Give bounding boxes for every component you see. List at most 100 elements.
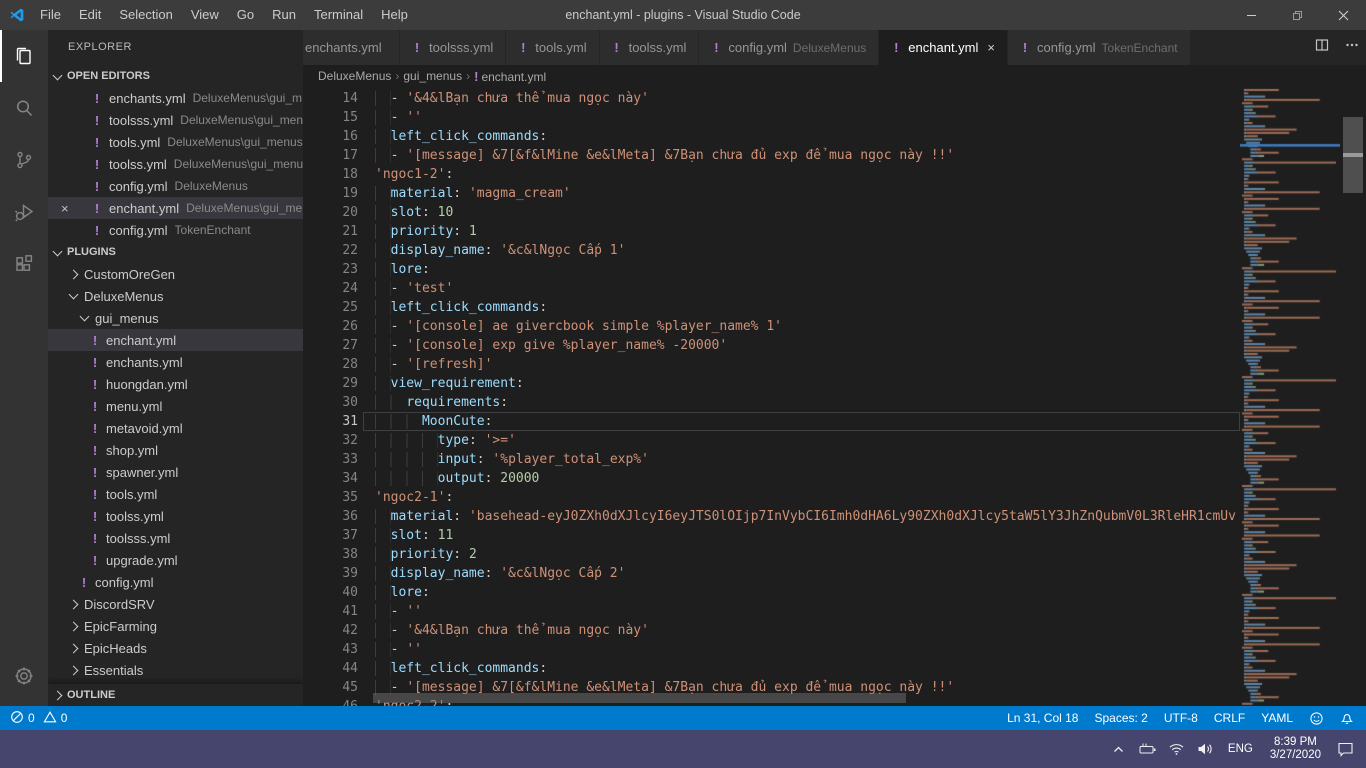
breadcrumb-item-gui_menus[interactable]: gui_menus: [403, 69, 462, 83]
tree-item-upgrade.yml[interactable]: !upgrade.yml: [48, 549, 303, 571]
minimize-button[interactable]: [1228, 0, 1274, 30]
tab-label: enchants.yml: [305, 40, 382, 55]
tree-item-customoregen[interactable]: CustomOreGen: [48, 263, 303, 285]
tab-config.yml[interactable]: !config.ymlTokenEnchant: [1008, 30, 1191, 65]
yaml-file-icon: !: [90, 91, 104, 106]
eol-status[interactable]: CRLF: [1214, 711, 1245, 725]
chevron-right-icon: ›: [395, 69, 399, 83]
volume-icon[interactable]: [1195, 736, 1217, 762]
tab-toolsss.yml[interactable]: !toolsss.yml: [400, 30, 506, 65]
breadcrumb-item-deluxemenus[interactable]: DeluxeMenus: [318, 69, 391, 83]
close-icon[interactable]: ×: [987, 40, 995, 55]
menu-view[interactable]: View: [182, 0, 228, 30]
activity-gear-icon[interactable]: [0, 650, 48, 702]
tree-item-gui_menus[interactable]: gui_menus: [48, 307, 303, 329]
plugins-header[interactable]: PLUGINS: [48, 241, 303, 263]
encoding-status[interactable]: UTF-8: [1164, 711, 1198, 725]
line-content: left_click_commands:: [375, 127, 1240, 146]
tree-item-epicheads[interactable]: EpicHeads: [48, 637, 303, 659]
menu-terminal[interactable]: Terminal: [305, 0, 372, 30]
tree-item-discordsrv[interactable]: DiscordSRV: [48, 593, 303, 615]
tree-item-label: tools.yml: [106, 487, 157, 502]
action-center-icon[interactable]: [1334, 736, 1356, 762]
problems-status[interactable]: 0 0: [10, 710, 67, 727]
split-editor-icon[interactable]: [1314, 37, 1330, 58]
tree-item-deluxemenus[interactable]: DeluxeMenus: [48, 285, 303, 307]
taskbar-clock[interactable]: 8:39 PM 3/27/2020: [1264, 736, 1327, 762]
tree-item-metavoid.yml[interactable]: !metavoid.yml: [48, 417, 303, 439]
line-number: 28: [303, 355, 375, 374]
tree-item-label: toolsss.yml: [106, 531, 170, 546]
activity-files-icon[interactable]: [0, 30, 48, 82]
open-editor-item[interactable]: !config.ymlDeluxeMenus: [48, 175, 303, 197]
yaml-file-icon: !: [410, 40, 424, 55]
restore-button[interactable]: [1274, 0, 1320, 30]
close-button[interactable]: [1320, 0, 1366, 30]
tree-item-enchant.yml[interactable]: !enchant.yml: [48, 329, 303, 351]
tree-item-shop.yml[interactable]: !shop.yml: [48, 439, 303, 461]
menu-go[interactable]: Go: [228, 0, 263, 30]
tree-item-essentials[interactable]: Essentials: [48, 659, 303, 681]
tab-enchants.yml[interactable]: enchants.yml: [303, 30, 400, 65]
tree-item-config.yml[interactable]: !config.yml: [48, 571, 303, 593]
breadcrumb-item-enchant.yml[interactable]: !enchant.yml: [474, 69, 546, 84]
tree-item-spawner.yml[interactable]: !spawner.yml: [48, 461, 303, 483]
line-number: 23: [303, 260, 375, 279]
minimap[interactable]: [1240, 87, 1340, 706]
line-content: display_name: '&c&lNgọc Cấp 2': [375, 564, 1240, 583]
tab-toolss.yml[interactable]: !toolss.yml: [600, 30, 700, 65]
code-line: 41 - '': [303, 602, 1240, 621]
vscode-logo-icon[interactable]: [9, 7, 25, 23]
activity-extensions-icon[interactable]: [0, 238, 48, 290]
menu-selection[interactable]: Selection: [110, 0, 181, 30]
tree-item-epicfarming[interactable]: EpicFarming: [48, 615, 303, 637]
editor-surface[interactable]: 14 - '&4&lBạn chưa thể mua ngọc này'15 -…: [303, 87, 1366, 706]
tab-config.yml[interactable]: !config.ymlDeluxeMenus: [699, 30, 879, 65]
menu-help[interactable]: Help: [372, 0, 417, 30]
open-editors-header[interactable]: OPEN EDITORS: [48, 65, 303, 87]
close-icon[interactable]: ×: [61, 197, 69, 219]
tree-item-toolss.yml[interactable]: !toolss.yml: [48, 505, 303, 527]
menu-run[interactable]: Run: [263, 0, 305, 30]
open-editor-item[interactable]: !tools.ymlDeluxeMenus\gui_menus: [48, 131, 303, 153]
indentation-status[interactable]: Spaces: 2: [1094, 711, 1147, 725]
cursor-position-status[interactable]: Ln 31, Col 18: [1007, 711, 1078, 725]
line-number: 43: [303, 640, 375, 659]
line-content: 'ngoc2-1':: [375, 488, 1240, 507]
tree-item-label: menu.yml: [106, 399, 162, 414]
yaml-file-icon: !: [87, 399, 103, 414]
tree-item-toolsss.yml[interactable]: !toolsss.yml: [48, 527, 303, 549]
language-mode-status[interactable]: YAML: [1261, 711, 1293, 725]
tree-item-enchants.yml[interactable]: !enchants.yml: [48, 351, 303, 373]
vertical-scrollbar[interactable]: [1340, 87, 1366, 706]
open-editor-item[interactable]: !enchants.ymlDeluxeMenus\gui_m...: [48, 87, 303, 109]
open-editor-item[interactable]: !toolss.ymlDeluxeMenus\gui_menus: [48, 153, 303, 175]
tab-tools.yml[interactable]: !tools.yml: [506, 30, 599, 65]
input-language-indicator[interactable]: ENG: [1224, 743, 1257, 755]
menu-edit[interactable]: Edit: [70, 0, 110, 30]
more-actions-icon[interactable]: [1344, 37, 1360, 58]
line-content: type: '>=': [375, 431, 1240, 450]
activity-source-control-icon[interactable]: [0, 134, 48, 186]
line-content: - '': [375, 108, 1240, 127]
tree-item-tools.yml[interactable]: !tools.yml: [48, 483, 303, 505]
open-editor-item[interactable]: ×!enchant.ymlDeluxeMenus\gui_me...: [48, 197, 303, 219]
tree-item-huongdan.yml[interactable]: !huongdan.yml: [48, 373, 303, 395]
code-line: 32 type: '>=': [303, 431, 1240, 450]
tree-item-menu.yml[interactable]: !menu.yml: [48, 395, 303, 417]
menu-file[interactable]: File: [31, 0, 70, 30]
outline-header[interactable]: OUTLINE: [48, 684, 303, 706]
notifications-bell-icon[interactable]: [1340, 711, 1354, 725]
battery-icon[interactable]: [1137, 736, 1159, 762]
chevron-up-icon[interactable]: [1108, 736, 1130, 762]
horizontal-scrollbar-thumb[interactable]: [373, 693, 906, 703]
feedback-smiley-icon[interactable]: [1309, 711, 1324, 726]
activity-search-icon[interactable]: [0, 82, 48, 134]
open-editor-item[interactable]: !config.ymlTokenEnchant: [48, 219, 303, 241]
menu-bar: FileEditSelectionViewGoRunTerminalHelp: [31, 0, 417, 30]
activity-run-debug-icon[interactable]: [0, 186, 48, 238]
tab-enchant.yml[interactable]: !enchant.yml×: [879, 30, 1008, 65]
open-editor-item[interactable]: !toolsss.ymlDeluxeMenus\gui_menus: [48, 109, 303, 131]
system-tray: ENG 8:39 PM 3/27/2020: [1108, 730, 1366, 768]
wifi-icon[interactable]: [1166, 736, 1188, 762]
